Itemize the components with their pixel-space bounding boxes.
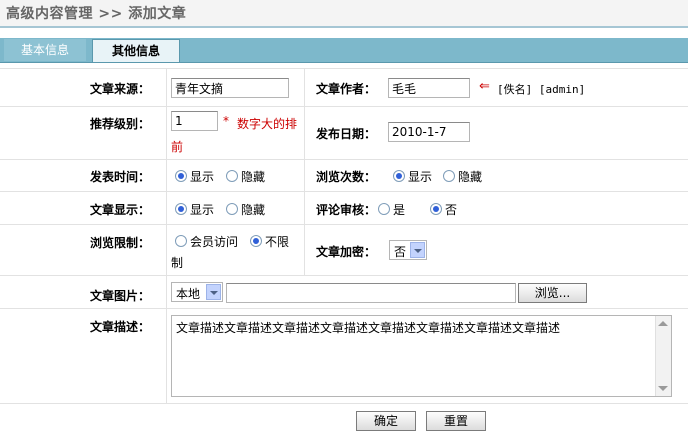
- confirm-button[interactable]: 确定: [356, 411, 416, 431]
- row-divider: [0, 308, 688, 309]
- row-divider: [0, 275, 688, 276]
- page-title: 高级内容管理 >> 添加文章: [6, 6, 187, 22]
- view-count-show-radio[interactable]: [393, 170, 405, 182]
- review-yes-radio[interactable]: [378, 203, 390, 215]
- header-divider: [0, 26, 688, 28]
- restrict-member-radio[interactable]: [175, 235, 187, 247]
- row-divider: [0, 191, 688, 192]
- encrypt-select[interactable]: 否: [389, 240, 427, 260]
- date-label: 发布日期：: [316, 127, 377, 141]
- description-label: 文章描述：: [90, 320, 151, 334]
- publish-time-hide-text: 隐藏: [241, 170, 266, 184]
- chevron-down-icon[interactable]: [410, 242, 425, 258]
- display-hide-radio[interactable]: [226, 203, 238, 215]
- date-input[interactable]: [388, 122, 470, 142]
- view-count-label: 浏览次数：: [316, 170, 377, 184]
- page-header: 高级内容管理 >> 添加文章: [0, 0, 688, 26]
- review-yes-text: 是: [393, 203, 406, 217]
- publish-time-hide-radio[interactable]: [226, 170, 238, 182]
- review-no-radio[interactable]: [430, 203, 442, 215]
- description-text: 文章描述文章描述文章描述文章描述文章描述文章描述文章描述文章描述: [176, 321, 561, 335]
- level-input[interactable]: [171, 111, 218, 131]
- description-textarea[interactable]: 文章描述文章描述文章描述文章描述文章描述文章描述文章描述文章描述: [171, 315, 672, 397]
- column-divider: [304, 68, 305, 275]
- tab-other-info[interactable]: 其他信息: [92, 39, 180, 62]
- restrict-unlimited-wrap: 制: [171, 256, 184, 270]
- description-scrollbar[interactable]: [655, 316, 671, 396]
- level-label: 推荐级别：: [90, 117, 151, 131]
- display-hide-text: 隐藏: [241, 203, 266, 217]
- scroll-up-icon[interactable]: [658, 321, 668, 326]
- author-input[interactable]: [388, 78, 470, 98]
- image-source-select[interactable]: 本地: [171, 282, 223, 302]
- source-input[interactable]: [171, 78, 289, 98]
- reset-button[interactable]: 重置: [426, 411, 486, 431]
- row-divider: [0, 106, 688, 107]
- scroll-down-icon[interactable]: [658, 386, 668, 391]
- column-divider: [166, 68, 167, 404]
- view-count-show-text: 显示: [408, 170, 433, 184]
- row-divider: [0, 224, 688, 225]
- row-divider: [0, 403, 688, 404]
- image-path-input[interactable]: [226, 283, 516, 303]
- view-count-hide-text: 隐藏: [458, 170, 483, 184]
- image-label: 文章图片：: [90, 289, 151, 303]
- publish-time-show-text: 显示: [190, 170, 215, 184]
- browse-button[interactable]: 浏览...: [518, 283, 587, 303]
- encrypt-label: 文章加密：: [316, 245, 377, 259]
- tab-basic-info[interactable]: 基本信息: [4, 39, 86, 61]
- display-show-radio[interactable]: [175, 203, 187, 215]
- author-label: 文章作者：: [316, 82, 377, 96]
- restrict-unlimited-radio[interactable]: [250, 235, 262, 247]
- level-note-wrap: 前: [171, 140, 184, 154]
- view-count-hide-radio[interactable]: [443, 170, 455, 182]
- encrypt-select-value: 否: [394, 245, 407, 259]
- restrict-member-text: 会员访问: [190, 235, 239, 249]
- arrow-left-icon: ⇐: [479, 79, 490, 94]
- restrict-label: 浏览限制：: [90, 236, 151, 250]
- restrict-unlimited-text: 不限: [265, 235, 290, 249]
- row-divider: [0, 68, 688, 69]
- image-source-value: 本地: [176, 287, 201, 301]
- display-label: 文章显示：: [90, 203, 151, 217]
- source-label: 文章来源：: [90, 82, 151, 96]
- review-no-text: 否: [445, 203, 458, 217]
- display-show-text: 显示: [190, 203, 215, 217]
- author-presets[interactable]: [佚名] [admin]: [497, 81, 585, 97]
- chevron-down-icon[interactable]: [206, 284, 221, 300]
- publish-time-label: 发表时间：: [90, 170, 151, 184]
- level-note-star: *: [223, 114, 229, 128]
- level-note: 数字大的排: [237, 117, 298, 131]
- publish-time-show-radio[interactable]: [175, 170, 187, 182]
- row-divider: [0, 159, 688, 160]
- review-label: 评论审核：: [316, 203, 377, 217]
- tab-bar: 基本信息 其他信息: [0, 38, 688, 63]
